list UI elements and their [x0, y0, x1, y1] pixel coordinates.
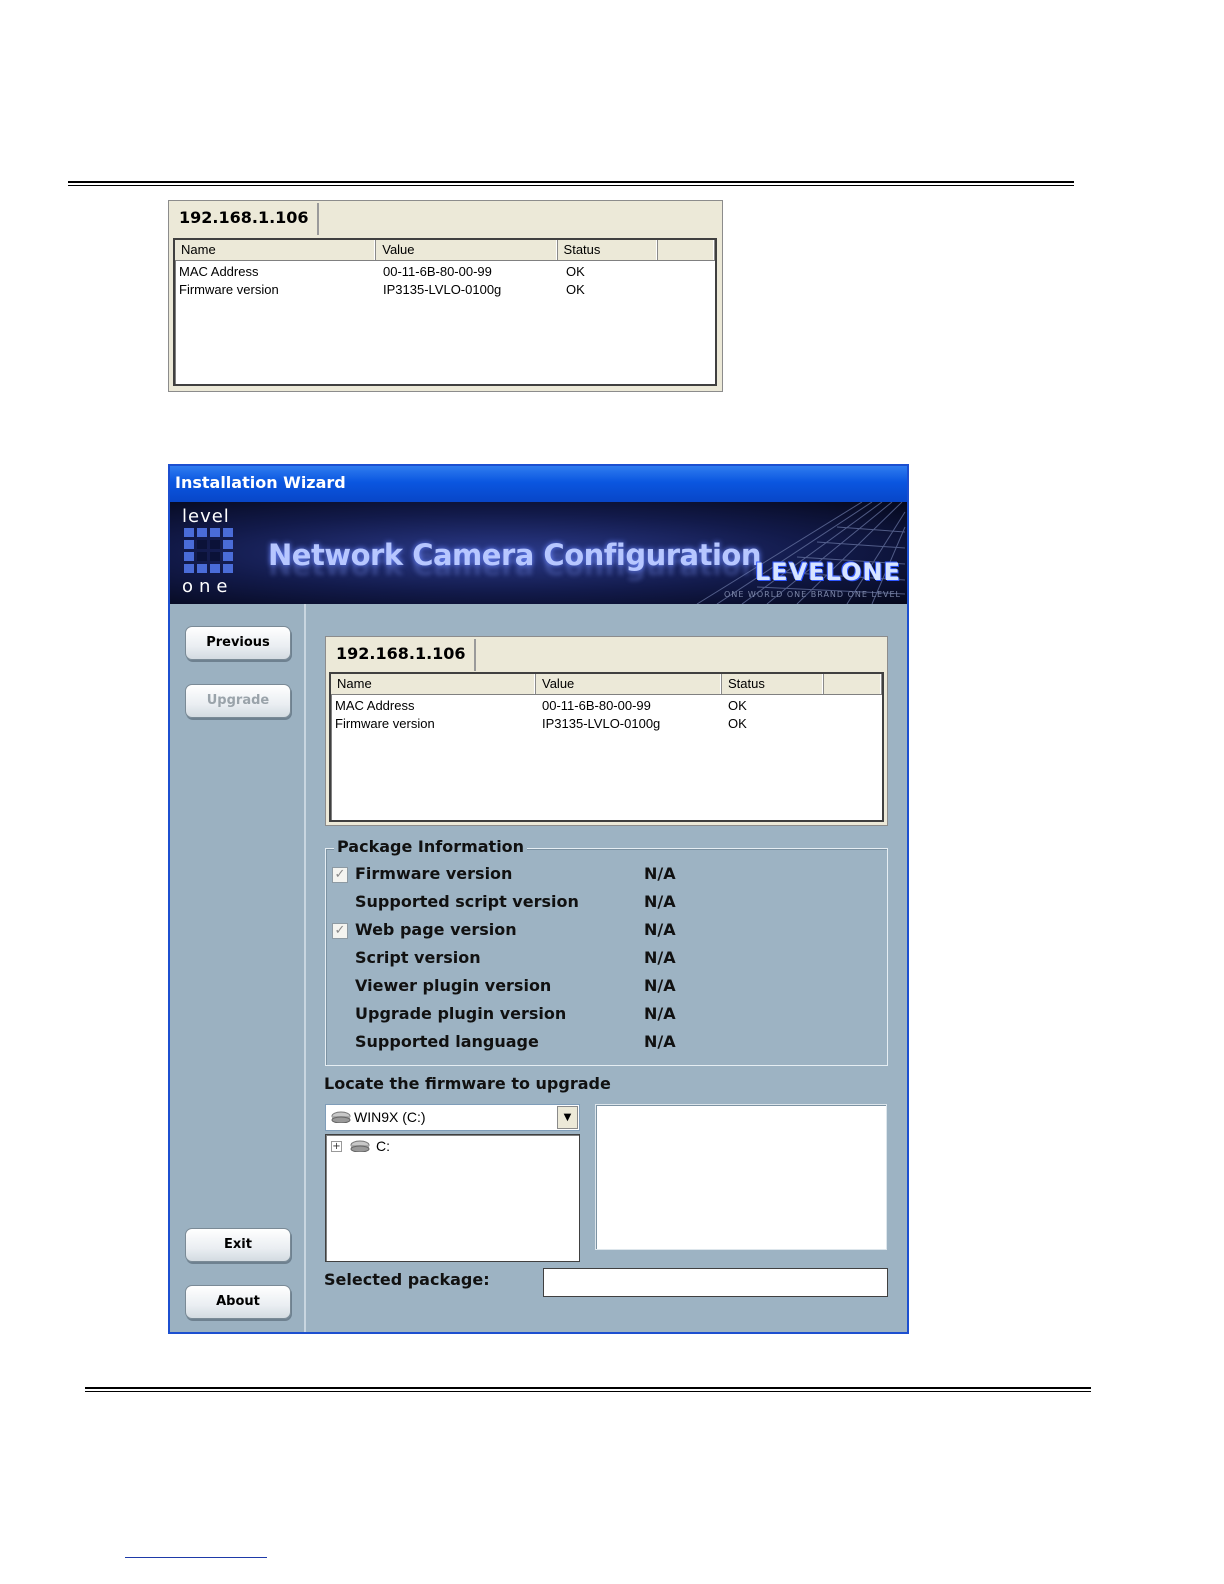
selected-package-label: Selected package: [324, 1270, 490, 1289]
bottom-horizontal-rule [85, 1387, 1091, 1392]
window-title: Installation Wizard [175, 473, 346, 492]
list-item[interactable]: MAC Address 00-11-6B-80-00-99 OK [331, 697, 882, 715]
column-header-status[interactable]: Status [722, 674, 824, 694]
column-header-name[interactable]: Name [331, 674, 536, 694]
device-tab[interactable]: 192.168.1.106 [171, 203, 319, 235]
group-legend: Package Information [334, 837, 528, 856]
package-row-label: Supported script version [355, 892, 579, 911]
banner: level one Network Camera Configuration L… [170, 502, 907, 604]
column-header-extra[interactable] [824, 674, 882, 694]
package-row-value: N/A [644, 864, 676, 883]
hard-drive-icon [331, 1111, 351, 1123]
row-name: Firmware version [335, 716, 435, 731]
column-header-status[interactable]: Status [558, 240, 659, 260]
package-row-label: Viewer plugin version [355, 976, 552, 995]
package-information-group: Package Information ✓ Firmware version N… [325, 837, 888, 1066]
tree-expand-icon[interactable]: + [331, 1141, 342, 1152]
package-row-viewer-plugin-version: Viewer plugin version N/A [326, 974, 887, 1002]
package-row-label: Script version [355, 948, 481, 967]
row-name: Firmware version [179, 282, 279, 297]
drive-select-value: WIN9X (C:) [354, 1109, 426, 1125]
row-name: MAC Address [179, 264, 259, 279]
package-row-value: N/A [644, 976, 676, 995]
column-header-extra[interactable] [658, 240, 715, 260]
brand-slogan: ONE WORLD ONE BRAND ONE LEVEL [724, 590, 901, 599]
package-row-label: Upgrade plugin version [355, 1004, 567, 1023]
package-row-supported-script-version: Supported script version N/A [326, 890, 887, 918]
package-row-value: N/A [644, 1004, 676, 1023]
package-row-script-version: Script version N/A [326, 946, 887, 974]
row-status: OK [566, 282, 585, 297]
tree-node-label[interactable]: C: [376, 1138, 390, 1154]
row-value: IP3135-LVLO-0100g [383, 282, 502, 297]
list-item[interactable]: Firmware version IP3135-LVLO-0100g OK [175, 281, 715, 299]
package-row-value: N/A [644, 1032, 676, 1051]
device-info-list[interactable]: Name Value Status MAC Address 00-11-6B-8… [329, 672, 884, 822]
exit-button[interactable]: Exit [185, 1228, 291, 1262]
column-header-name[interactable]: Name [175, 240, 377, 260]
row-value: IP3135-LVLO-0100g [542, 716, 661, 731]
row-name: MAC Address [335, 698, 415, 713]
levelone-logo-icon [184, 528, 233, 573]
list-header: Name Value Status [175, 240, 715, 261]
main-content: 192.168.1.106 Name Value Status MAC Addr… [308, 604, 907, 1332]
device-info-panel: 192.168.1.106 Name Value Status MAC Addr… [168, 200, 723, 392]
list-item[interactable]: Firmware version IP3135-LVLO-0100g OK [331, 715, 882, 733]
logo-text-level: level [182, 506, 230, 527]
package-row-value: N/A [644, 920, 676, 939]
upgrade-button[interactable]: Upgrade [185, 684, 291, 718]
firmware-version-checkbox[interactable]: ✓ [332, 867, 348, 883]
package-row-label: Supported language [355, 1032, 539, 1051]
column-header-value[interactable]: Value [536, 674, 722, 694]
package-row-upgrade-plugin-version: Upgrade plugin version N/A [326, 1002, 887, 1030]
brand-logo-text: LEVELONE [755, 558, 901, 586]
column-header-value[interactable]: Value [376, 240, 558, 260]
hard-drive-icon [350, 1140, 370, 1152]
previous-button[interactable]: Previous [185, 626, 291, 660]
package-row-supported-language: Supported language N/A [326, 1030, 887, 1058]
installation-wizard-window: Installation Wizard level one Network Ca… [168, 464, 909, 1334]
package-row-value: N/A [644, 892, 676, 911]
device-tab[interactable]: 192.168.1.106 [328, 639, 476, 671]
row-status: OK [566, 264, 585, 279]
package-row-firmware-version: ✓ Firmware version N/A [326, 862, 887, 890]
title-bar[interactable]: Installation Wizard [170, 466, 907, 502]
row-value: 00-11-6B-80-00-99 [383, 264, 492, 279]
device-info-panel: 192.168.1.106 Name Value Status MAC Addr… [325, 636, 888, 826]
device-info-list[interactable]: Name Value Status MAC Address 00-11-6B-8… [173, 238, 717, 386]
locate-firmware-label: Locate the firmware to upgrade [324, 1074, 611, 1093]
drive-select[interactable]: WIN9X (C:) ▼ [325, 1104, 580, 1131]
banner-title: Network Camera Configuration [268, 538, 761, 572]
folder-tree[interactable]: + C: [325, 1134, 580, 1262]
row-value: 00-11-6B-80-00-99 [542, 698, 651, 713]
top-horizontal-rule [68, 181, 1074, 186]
package-row-label: Firmware version [355, 864, 513, 883]
row-status: OK [728, 716, 747, 731]
list-item[interactable]: MAC Address 00-11-6B-80-00-99 OK [175, 263, 715, 281]
sidebar: Previous Upgrade Exit About [170, 604, 306, 1332]
web-page-version-checkbox[interactable]: ✓ [332, 923, 348, 939]
footer-link-underline [125, 1557, 267, 1558]
package-row-label: Web page version [355, 920, 517, 939]
chevron-down-icon[interactable]: ▼ [557, 1106, 578, 1129]
selected-package-field[interactable] [543, 1268, 888, 1297]
row-status: OK [728, 698, 747, 713]
logo-text-one: one [182, 576, 234, 597]
list-header: Name Value Status [331, 674, 882, 695]
package-row-web-page-version: ✓ Web page version N/A [326, 918, 887, 946]
about-button[interactable]: About [185, 1285, 291, 1319]
file-list[interactable] [595, 1104, 887, 1250]
package-row-value: N/A [644, 948, 676, 967]
